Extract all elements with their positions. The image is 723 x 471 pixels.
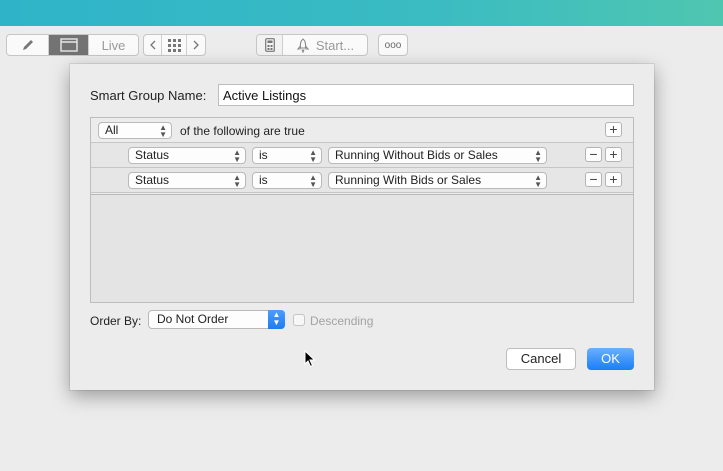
- rule-value-value: Running With Bids or Sales: [335, 173, 482, 187]
- start-label: Start...: [315, 37, 355, 53]
- list-view-button[interactable]: [49, 35, 89, 55]
- rule-field-popup[interactable]: Status ▲ ▼: [128, 147, 246, 164]
- remove-rule-button[interactable]: −: [585, 147, 602, 162]
- updown-arrows-icon: ▲ ▼: [233, 148, 241, 164]
- remove-rule-button[interactable]: −: [585, 172, 602, 187]
- plus-icon: +: [609, 146, 618, 162]
- window-icon: [59, 38, 78, 52]
- add-rule-button[interactable]: +: [605, 172, 622, 187]
- mouse-cursor-icon: [304, 350, 316, 368]
- back-button[interactable]: [144, 35, 162, 55]
- smart-group-dialog: Smart Group Name: All ▲▼ of the followin…: [70, 64, 654, 390]
- rule-row: Status ▲ ▼ is ▲ ▼ Running With Bids or Sal…: [91, 168, 633, 193]
- match-popup[interactable]: All ▲ ▼: [98, 122, 172, 139]
- minus-icon: −: [589, 146, 598, 162]
- updown-arrows-icon: ▲ ▼: [309, 173, 317, 189]
- minus-icon: −: [589, 171, 598, 187]
- edit-button[interactable]: [7, 35, 49, 55]
- calculator-button[interactable]: [257, 35, 283, 55]
- order-by-value: Do Not Order: [157, 312, 229, 326]
- add-rule-button[interactable]: +: [605, 147, 622, 162]
- toolbar: Live Start... ooo: [0, 26, 723, 64]
- chevron-right-icon: [193, 40, 199, 50]
- updown-arrows-icon: ▲ ▼: [534, 173, 542, 189]
- rocket-icon: [296, 37, 310, 53]
- chevron-left-icon: [149, 40, 155, 50]
- calculator-icon: [264, 38, 275, 52]
- descending-checkbox[interactable]: [293, 314, 305, 326]
- start-segment: Start...: [256, 34, 368, 56]
- navigation-segment: [143, 34, 206, 56]
- pencil-icon: [22, 40, 33, 50]
- match-popup-value: All: [105, 123, 119, 137]
- rule-value-popup[interactable]: Running With Bids or Sales ▲ ▼: [328, 172, 547, 189]
- order-by-label: Order By:: [90, 314, 142, 328]
- live-button[interactable]: Live: [89, 35, 138, 55]
- rule-row: Status ▲ ▼ is ▲ ▼ Running Without Bids or …: [91, 143, 633, 168]
- view-mode-segment: Live: [6, 34, 139, 56]
- updown-arrows-icon: ▲ ▼: [233, 173, 241, 189]
- more-segment: ooo: [378, 34, 408, 56]
- rule-operator-popup[interactable]: is ▲ ▼: [252, 147, 322, 164]
- rule-operator-popup[interactable]: is ▲ ▼: [252, 172, 322, 189]
- rule-field-popup[interactable]: Status ▲ ▼: [128, 172, 246, 189]
- grid-button[interactable]: [162, 35, 187, 55]
- start-button[interactable]: Start...: [283, 35, 367, 55]
- rules-empty-area: [91, 194, 633, 302]
- rule-field-value: Status: [135, 173, 170, 187]
- window-titlebar: [0, 0, 723, 26]
- rule-operator-value: is: [259, 173, 268, 187]
- cancel-button[interactable]: Cancel: [506, 348, 576, 370]
- smart-group-name-label: Smart Group Name:: [90, 88, 207, 103]
- more-label: ooo: [384, 39, 402, 51]
- updown-arrows-icon: ▲ ▼: [309, 148, 317, 164]
- plus-icon: +: [609, 171, 618, 187]
- smart-group-name-input[interactable]: [218, 84, 634, 106]
- descending-label: Descending: [310, 314, 374, 328]
- plus-icon: +: [609, 121, 618, 137]
- updown-arrows-icon: ▲ ▼: [159, 123, 167, 139]
- rule-field-value: Status: [135, 148, 170, 162]
- grid-icon: [167, 38, 181, 52]
- rules-list: All ▲ ▼ of the following are true + Statu…: [90, 117, 634, 303]
- rule-operator-value: is: [259, 148, 268, 162]
- order-by-popup[interactable]: Do Not Order ▲ ▼: [148, 310, 285, 329]
- add-rule-button[interactable]: +: [605, 122, 622, 137]
- updown-arrows-icon: ▲ ▼: [268, 310, 285, 329]
- rule-value-popup[interactable]: Running Without Bids or Sales ▲ ▼: [328, 147, 547, 164]
- rule-value-value: Running Without Bids or Sales: [335, 148, 498, 162]
- forward-button[interactable]: [187, 35, 205, 55]
- more-button[interactable]: ooo: [379, 35, 407, 55]
- ok-button[interactable]: OK: [587, 348, 634, 370]
- match-suffix-label: of the following are true: [180, 124, 305, 138]
- rule-header-row: All ▲ ▼ of the following are true +: [91, 118, 633, 143]
- updown-arrows-icon: ▲ ▼: [534, 148, 542, 164]
- live-label: Live: [101, 37, 126, 53]
